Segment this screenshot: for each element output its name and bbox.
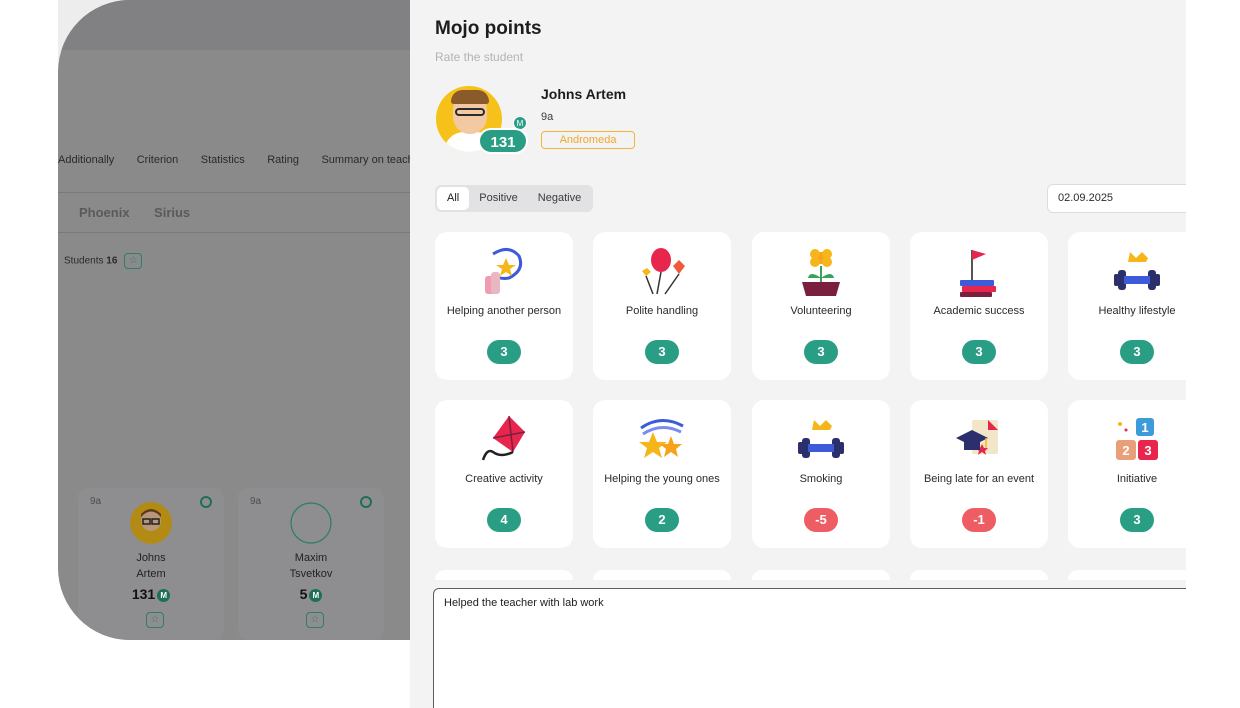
criterion-card-initiative[interactable]: 1 2 3 Initiative 3 bbox=[1068, 400, 1186, 548]
background-tabs: Additionally Criterion Statistics Rating… bbox=[58, 150, 410, 172]
avatar bbox=[130, 502, 172, 544]
mojo-coin-icon: M bbox=[309, 588, 323, 602]
background-app: ts Additionally Criterion Statistics Rat… bbox=[58, 0, 410, 640]
criterion-points: 3 bbox=[804, 340, 838, 364]
background-tab: Criterion bbox=[136, 154, 179, 166]
student-card: 9a Johns Artem 131 M ☆ bbox=[78, 488, 224, 640]
background-tab: Rating bbox=[267, 154, 300, 166]
criterion-card[interactable] bbox=[435, 570, 573, 580]
date-picker[interactable]: 02.09.2025 ⌄ bbox=[1047, 184, 1186, 213]
student-points-badge: 131 bbox=[478, 128, 528, 154]
page-margin bbox=[1186, 0, 1240, 708]
criterion-points: 3 bbox=[487, 340, 521, 364]
background-tab: Summary on teach bbox=[321, 154, 410, 166]
group-tab-phoenix: Phoenix bbox=[79, 205, 130, 220]
flower-pot-icon bbox=[802, 249, 840, 296]
pie-chart-icon bbox=[200, 496, 212, 508]
criterion-points: -1 bbox=[962, 508, 996, 532]
svg-text:3: 3 bbox=[1144, 443, 1151, 458]
criterion-card[interactable] bbox=[593, 570, 731, 580]
filter-negative[interactable]: Negative bbox=[528, 187, 591, 210]
graduation-cap-icon bbox=[956, 420, 998, 455]
background-tab: Additionally bbox=[58, 154, 115, 166]
comment-textarea[interactable]: Helped the teacher with lab work bbox=[433, 588, 1186, 708]
criterion-card[interactable] bbox=[910, 570, 1048, 580]
criterion-points: -5 bbox=[804, 508, 838, 532]
criterion-card[interactable] bbox=[1068, 570, 1186, 580]
dumbbell-crown-icon bbox=[798, 420, 844, 458]
criterion-card-volunteering[interactable]: Volunteering 3 bbox=[752, 232, 890, 380]
criterion-card-academic-success[interactable]: Academic success 3 bbox=[910, 232, 1048, 380]
filter-segmented-control: All Positive Negative bbox=[435, 185, 594, 212]
background-topbar bbox=[58, 0, 410, 50]
criterion-card-smoking[interactable]: Smoking -5 bbox=[752, 400, 890, 548]
criterion-points: 3 bbox=[1120, 340, 1154, 364]
mojo-coin-icon: M bbox=[157, 588, 171, 602]
star-icon: ☆ bbox=[146, 612, 164, 628]
kite-icon bbox=[481, 415, 526, 461]
criterion-card-polite-handling[interactable]: Polite handling 3 bbox=[593, 232, 731, 380]
modal-title: Mojo points bbox=[435, 18, 542, 39]
background-group-tabs: Phoenix Sirius bbox=[79, 204, 210, 222]
filter-positive[interactable]: Positive bbox=[469, 187, 528, 210]
criterion-card-healthy-lifestyle[interactable]: Healthy lifestyle 3 bbox=[1068, 232, 1186, 380]
student-card: 9a Maxim Tsvetkov 5M ☆ bbox=[238, 488, 384, 640]
student-name: Johns Artem bbox=[541, 86, 627, 102]
student-group-badge: Andromeda bbox=[541, 131, 635, 149]
hand-star-icon bbox=[485, 248, 523, 294]
avatar-placeholder bbox=[290, 502, 332, 544]
students-count-label: Students 16 ☆ bbox=[64, 253, 143, 269]
star-icon: ☆ bbox=[124, 253, 143, 269]
svg-text:1: 1 bbox=[1141, 420, 1148, 435]
pie-chart-icon bbox=[360, 496, 372, 508]
student-class: 9a bbox=[541, 111, 554, 123]
modal-subtitle: Rate the student bbox=[435, 50, 524, 64]
divider bbox=[58, 192, 410, 193]
criterion-points: 3 bbox=[645, 340, 679, 364]
criterion-card-being-late-for-an-event[interactable]: Being late for an event -1 bbox=[910, 400, 1048, 548]
criterion-card-helping-the-young-ones[interactable]: Helping the young ones 2 bbox=[593, 400, 731, 548]
filter-all[interactable]: All bbox=[437, 187, 470, 210]
divider bbox=[58, 232, 410, 233]
star-icon: ☆ bbox=[306, 612, 324, 628]
dumbbell-crown-icon bbox=[1114, 252, 1160, 290]
criterion-points: 4 bbox=[487, 508, 521, 532]
background-tab: Statistics bbox=[200, 154, 245, 166]
mojo-points-modal: Mojo points Rate the student M 131 Johns… bbox=[410, 0, 1186, 708]
number-blocks-icon: 1 2 3 bbox=[1116, 418, 1158, 460]
books-flag-icon bbox=[960, 250, 996, 297]
balloons-icon bbox=[642, 248, 685, 295]
stars-rainbow-icon bbox=[639, 419, 684, 458]
criterion-card[interactable] bbox=[752, 570, 890, 580]
criterion-points: 3 bbox=[1120, 508, 1154, 532]
svg-text:2: 2 bbox=[1122, 443, 1129, 458]
criterion-card-helping-another-person[interactable]: Helping another person 3 bbox=[435, 232, 573, 380]
criterion-card-creative-activity[interactable]: Creative activity 4 bbox=[435, 400, 573, 548]
criterion-points: 3 bbox=[962, 340, 996, 364]
group-tab-sirius: Sirius bbox=[154, 205, 191, 220]
criterion-points: 2 bbox=[645, 508, 679, 532]
